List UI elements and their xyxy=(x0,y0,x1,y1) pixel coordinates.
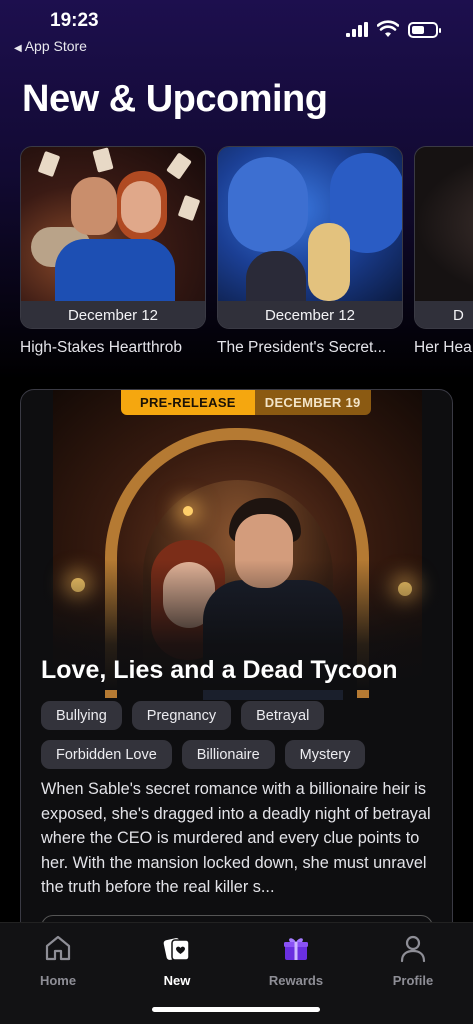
genre-tag[interactable]: Billionaire xyxy=(181,740,275,769)
tab-label: Rewards xyxy=(268,973,324,988)
back-label: App Store xyxy=(24,38,87,54)
new-releases-carousel[interactable]: December 12 High-Stakes Heartthrob Decem… xyxy=(20,146,473,366)
genre-tag[interactable]: Betrayal xyxy=(241,701,325,730)
tab-label: New xyxy=(163,973,191,988)
genre-tag[interactable]: Pregnancy xyxy=(131,701,232,730)
book-cover-image xyxy=(415,147,473,301)
carousel-card[interactable]: December 12 High-Stakes Heartthrob xyxy=(20,146,206,357)
genre-tag[interactable]: Forbidden Love xyxy=(41,740,172,769)
genre-tag[interactable]: Bullying xyxy=(41,701,122,730)
status-time: 19:23 xyxy=(50,10,99,31)
pre-release-date: DECEMBER 19 xyxy=(254,390,371,415)
book-title: Her Hea xyxy=(414,339,472,356)
profile-icon xyxy=(400,935,426,963)
genre-tags: Bullying Pregnancy Betrayal Forbidden Lo… xyxy=(41,701,441,779)
tab-new[interactable]: New xyxy=(137,933,217,988)
book-title: High-Stakes Heartthrob xyxy=(20,339,182,356)
wifi-icon xyxy=(377,20,399,37)
page-title: New & Upcoming xyxy=(22,78,328,120)
release-date: December 12 xyxy=(218,301,402,328)
tab-profile[interactable]: Profile xyxy=(373,933,453,988)
home-icon xyxy=(45,935,71,961)
genre-tag[interactable]: Mystery xyxy=(284,740,366,769)
featured-cover-image xyxy=(21,390,452,700)
back-triangle-icon: ◀ xyxy=(14,43,22,54)
tab-label: Profile xyxy=(392,973,434,988)
cellular-signal-icon xyxy=(346,22,368,38)
release-date: December 12 xyxy=(21,301,205,328)
gift-icon xyxy=(284,938,308,960)
tab-rewards[interactable]: Rewards xyxy=(256,933,336,988)
release-date: D xyxy=(415,301,473,328)
battery-icon xyxy=(408,22,441,38)
home-indicator[interactable] xyxy=(152,1007,320,1012)
carousel-card[interactable]: December 12 The President's Secret... xyxy=(217,146,403,357)
carousel-card[interactable]: D Her Hea xyxy=(414,146,473,357)
featured-book-card[interactable]: PRE-RELEASE DECEMBER 19 Love, Lies and a… xyxy=(20,389,453,949)
new-icon xyxy=(163,938,190,961)
book-cover-image xyxy=(218,147,402,301)
pre-release-label: PRE-RELEASE xyxy=(121,390,255,415)
featured-title: Love, Lies and a Dead Tycoon xyxy=(41,656,398,684)
book-title: The President's Secret... xyxy=(217,339,387,356)
tab-home[interactable]: Home xyxy=(18,933,98,988)
back-to-app-store-link[interactable]: ◀ App Store xyxy=(14,38,87,54)
book-cover-image xyxy=(21,147,205,301)
pre-release-ribbon: PRE-RELEASE DECEMBER 19 xyxy=(121,390,371,415)
status-bar: 19:23 ◀ App Store xyxy=(0,0,473,60)
featured-description: When Sable's secret romance with a billi… xyxy=(41,780,431,896)
tab-label: Home xyxy=(39,973,77,988)
